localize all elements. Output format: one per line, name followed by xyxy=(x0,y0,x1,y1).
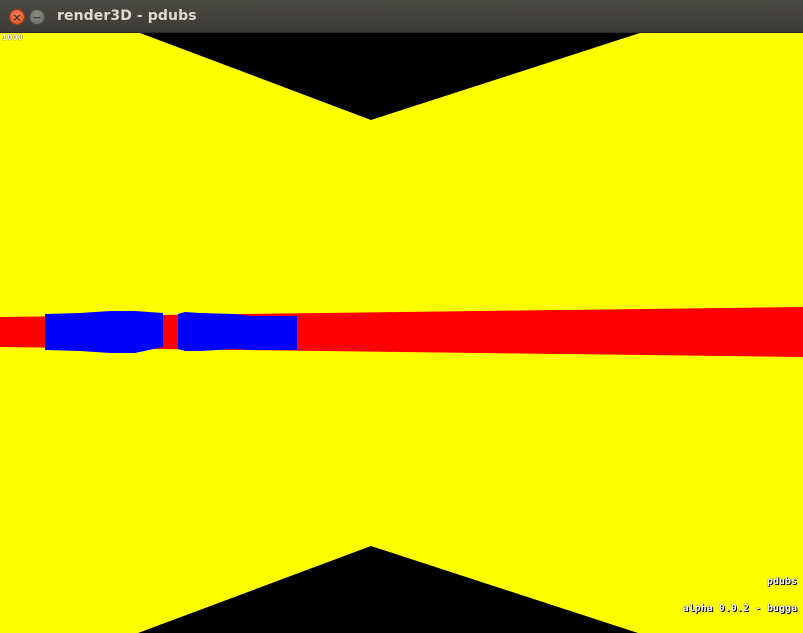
build-label: alpha 0.0.2 - bugga xyxy=(682,603,797,614)
version-overlay: pdubs alpha 0.0.2 - bugga xyxy=(683,559,797,631)
scene-canvas xyxy=(0,33,803,633)
minimize-button[interactable]: − xyxy=(29,9,45,25)
render-viewport[interactable]: 1000 pdubs alpha 0.0.2 - bugga xyxy=(0,33,803,633)
close-icon: × xyxy=(12,11,22,24)
title-bar[interactable]: × − render3D - pdubs xyxy=(0,0,803,33)
blue-block-left xyxy=(45,311,163,353)
author-label: pdubs xyxy=(766,576,797,587)
app-window: × − render3D - pdubs 1000 pdubs alpha 0.… xyxy=(0,0,803,633)
blue-block-right xyxy=(178,312,297,351)
minimize-icon: − xyxy=(32,11,42,24)
window-title: render3D - pdubs xyxy=(57,8,197,24)
close-button[interactable]: × xyxy=(9,9,25,25)
fps-counter: 1000 xyxy=(2,33,24,42)
